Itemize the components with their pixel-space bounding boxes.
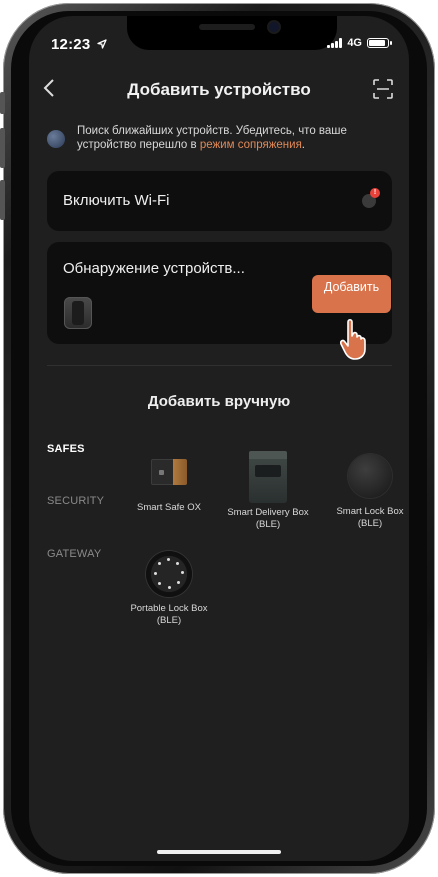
battery-icon <box>367 38 392 48</box>
device-name: Smart Lock Box (BLE) <box>336 506 404 529</box>
alert-badge: ! <box>370 188 380 198</box>
network-type: 4G <box>347 37 362 49</box>
signal-icon <box>327 38 343 48</box>
safe-icon <box>151 459 187 485</box>
portable-lock-box-icon <box>146 551 192 597</box>
volume-up-button <box>0 128 5 168</box>
enable-wifi-label: Включить Wi‑Fi <box>63 192 170 209</box>
category-security[interactable]: SECURITY <box>47 495 104 507</box>
device-name: Smart Delivery Box (BLE) <box>227 507 309 530</box>
pointing-hand-icon <box>340 318 366 360</box>
delivery-box-icon <box>249 451 287 503</box>
home-indicator[interactable] <box>157 850 281 854</box>
device-smart-lock-box[interactable]: Smart Lock Box (BLE) <box>324 454 409 530</box>
device-smart-safe-ox[interactable]: Smart Safe OX <box>123 459 215 514</box>
radar-icon <box>47 130 65 148</box>
hint-suffix: . <box>301 139 305 151</box>
device-name: Portable Lock Box (BLE) <box>130 603 208 626</box>
location-arrow-icon <box>97 39 107 49</box>
notch <box>127 16 337 50</box>
hint-text: Поиск ближайших устройств. Убедитесь, чт… <box>77 124 392 152</box>
mute-switch <box>0 92 5 114</box>
discovery-title: Обнаружение устройств... <box>63 260 245 277</box>
device-smart-delivery-box[interactable]: Smart Delivery Box (BLE) <box>222 451 314 531</box>
add-manually-title: Добавить вручную <box>147 393 291 410</box>
category-gateway[interactable]: GATEWAY <box>47 548 101 560</box>
screen: 12:23 4G Добавить устройство Поиск ближа… <box>29 16 409 861</box>
discovered-device-icon[interactable] <box>64 297 92 329</box>
category-safes[interactable]: SAFES <box>47 443 85 455</box>
speaker <box>199 24 255 30</box>
volume-down-button <box>0 180 5 220</box>
nav-bar: Добавить устройство <box>29 76 409 106</box>
scan-button[interactable] <box>373 79 393 99</box>
scan-icon <box>373 79 393 99</box>
divider <box>47 365 392 366</box>
enable-wifi-card[interactable]: Включить Wi‑Fi ! <box>47 171 392 231</box>
front-camera <box>269 22 279 32</box>
add-button[interactable]: Добавить <box>312 275 391 313</box>
page-title: Добавить устройство <box>127 80 311 99</box>
lock-box-icon <box>348 454 392 498</box>
device-portable-lock-box[interactable]: Portable Lock Box (BLE) <box>123 551 215 627</box>
status-indicators: 4G <box>327 37 392 49</box>
status-time-label: 12:23 <box>51 36 91 53</box>
status-time: 12:23 <box>51 36 107 53</box>
pairing-mode-link[interactable]: режим сопряжения <box>200 139 302 151</box>
device-name: Smart Safe OX <box>137 502 201 513</box>
search-hint: Поиск ближайших устройств. Убедитесь, чт… <box>47 124 392 152</box>
